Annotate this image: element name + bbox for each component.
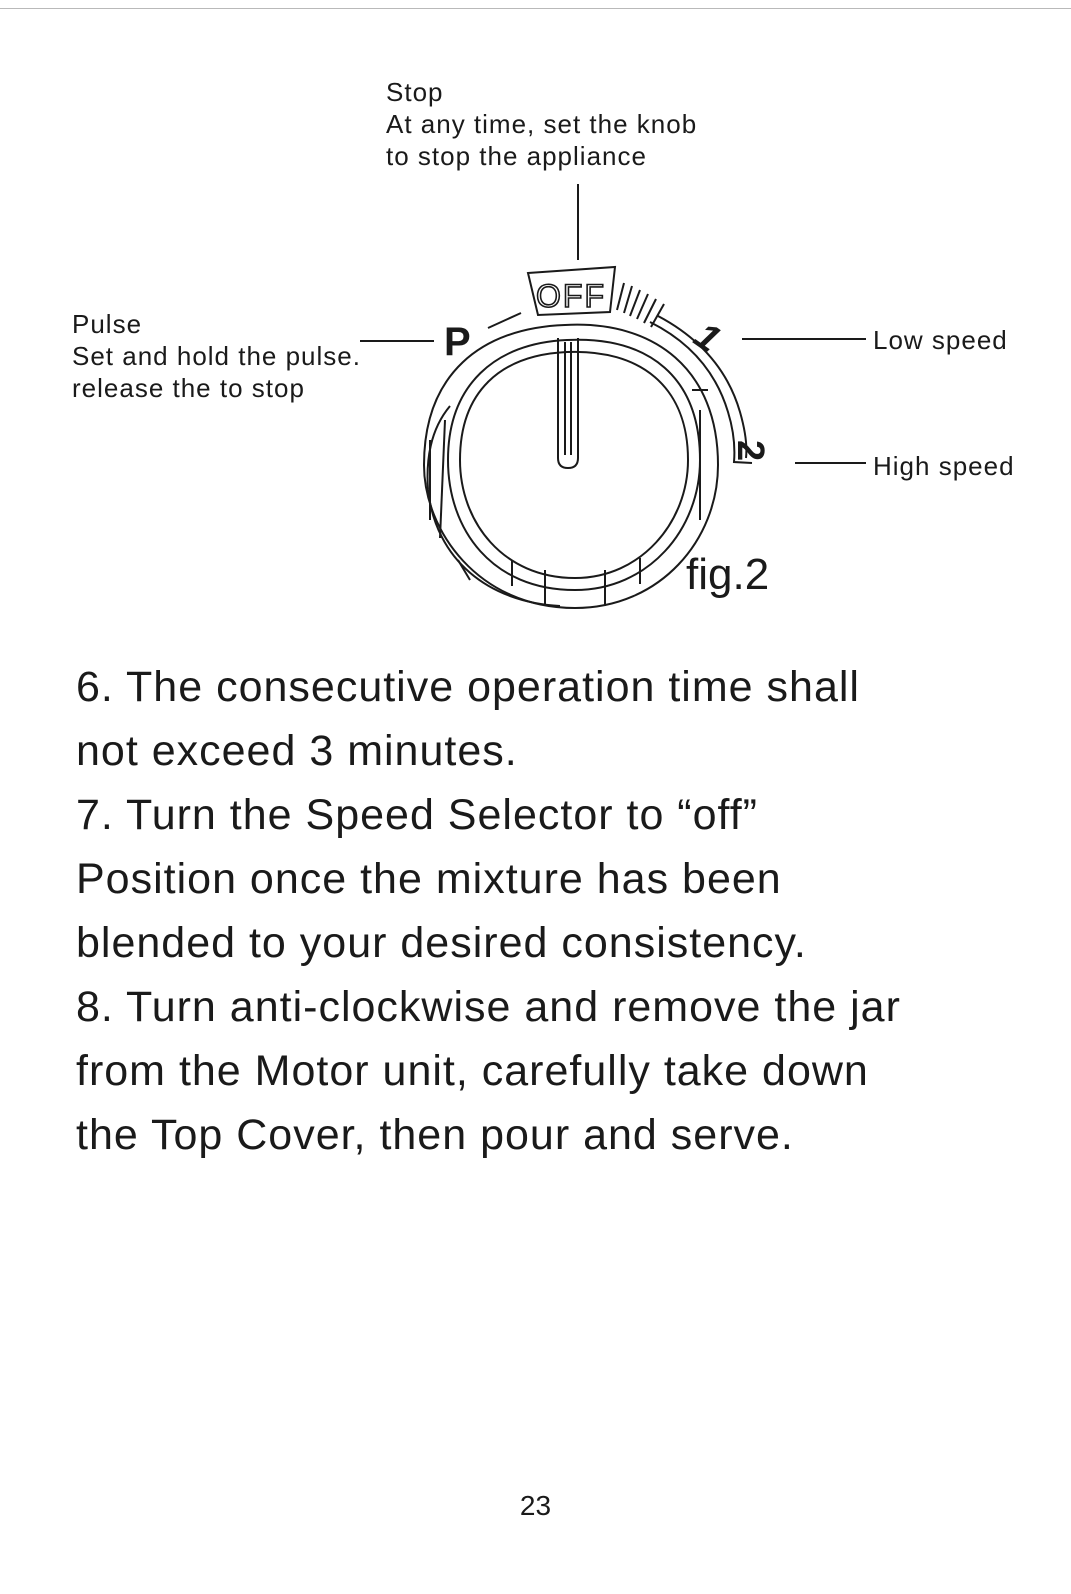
- low-speed-callout: Low speed: [873, 325, 1008, 355]
- pulse-callout-line: release the to stop: [72, 373, 305, 403]
- pulse-callout-line: Set and hold the pulse.: [72, 341, 361, 371]
- stop-callout: Stop At any time, set the knob to stop t…: [386, 76, 697, 172]
- pulse-mark: P: [444, 320, 471, 364]
- page-number: 23: [519, 1490, 552, 1521]
- figure-caption: fig.2: [686, 550, 770, 599]
- high-speed-callout: High speed: [873, 451, 1015, 481]
- knob-inner-ring: [446, 338, 702, 592]
- stop-callout-line: At any time, set the knob: [386, 109, 698, 139]
- knob-pointer-slot: [557, 338, 579, 470]
- stop-callout-line: to stop the appliance: [386, 141, 647, 171]
- top-rule: [0, 8, 1071, 9]
- speed-selector-figure: OFF P 1 2 Stop At any time, set the knob…: [0, 60, 1071, 640]
- pulse-callout: Pulse Set and hold the pulse. release th…: [72, 308, 361, 404]
- instruction-line: not exceed 3 minutes.: [76, 727, 518, 775]
- instruction-line: 7. Turn the Speed Selector to “off”: [76, 791, 758, 839]
- instruction-steps: 6. The consecutive operation time shall …: [76, 655, 1036, 1167]
- instruction-line: blended to your desired consistency.: [76, 919, 807, 967]
- speed-2-mark: 2: [729, 440, 771, 461]
- instruction-line: the Top Cover, then pour and serve.: [76, 1111, 794, 1159]
- stop-callout-title: Stop: [386, 77, 444, 107]
- pulse-callout-title: Pulse: [72, 309, 143, 339]
- instruction-line: 6. The consecutive operation time shall: [76, 663, 860, 711]
- instruction-line: Position once the mixture has been: [76, 855, 782, 903]
- instruction-line: from the Motor unit, carefully take down: [76, 1047, 869, 1095]
- off-mark: OFF: [536, 278, 606, 314]
- instruction-line: 8. Turn anti-clockwise and remove the ja…: [76, 983, 901, 1031]
